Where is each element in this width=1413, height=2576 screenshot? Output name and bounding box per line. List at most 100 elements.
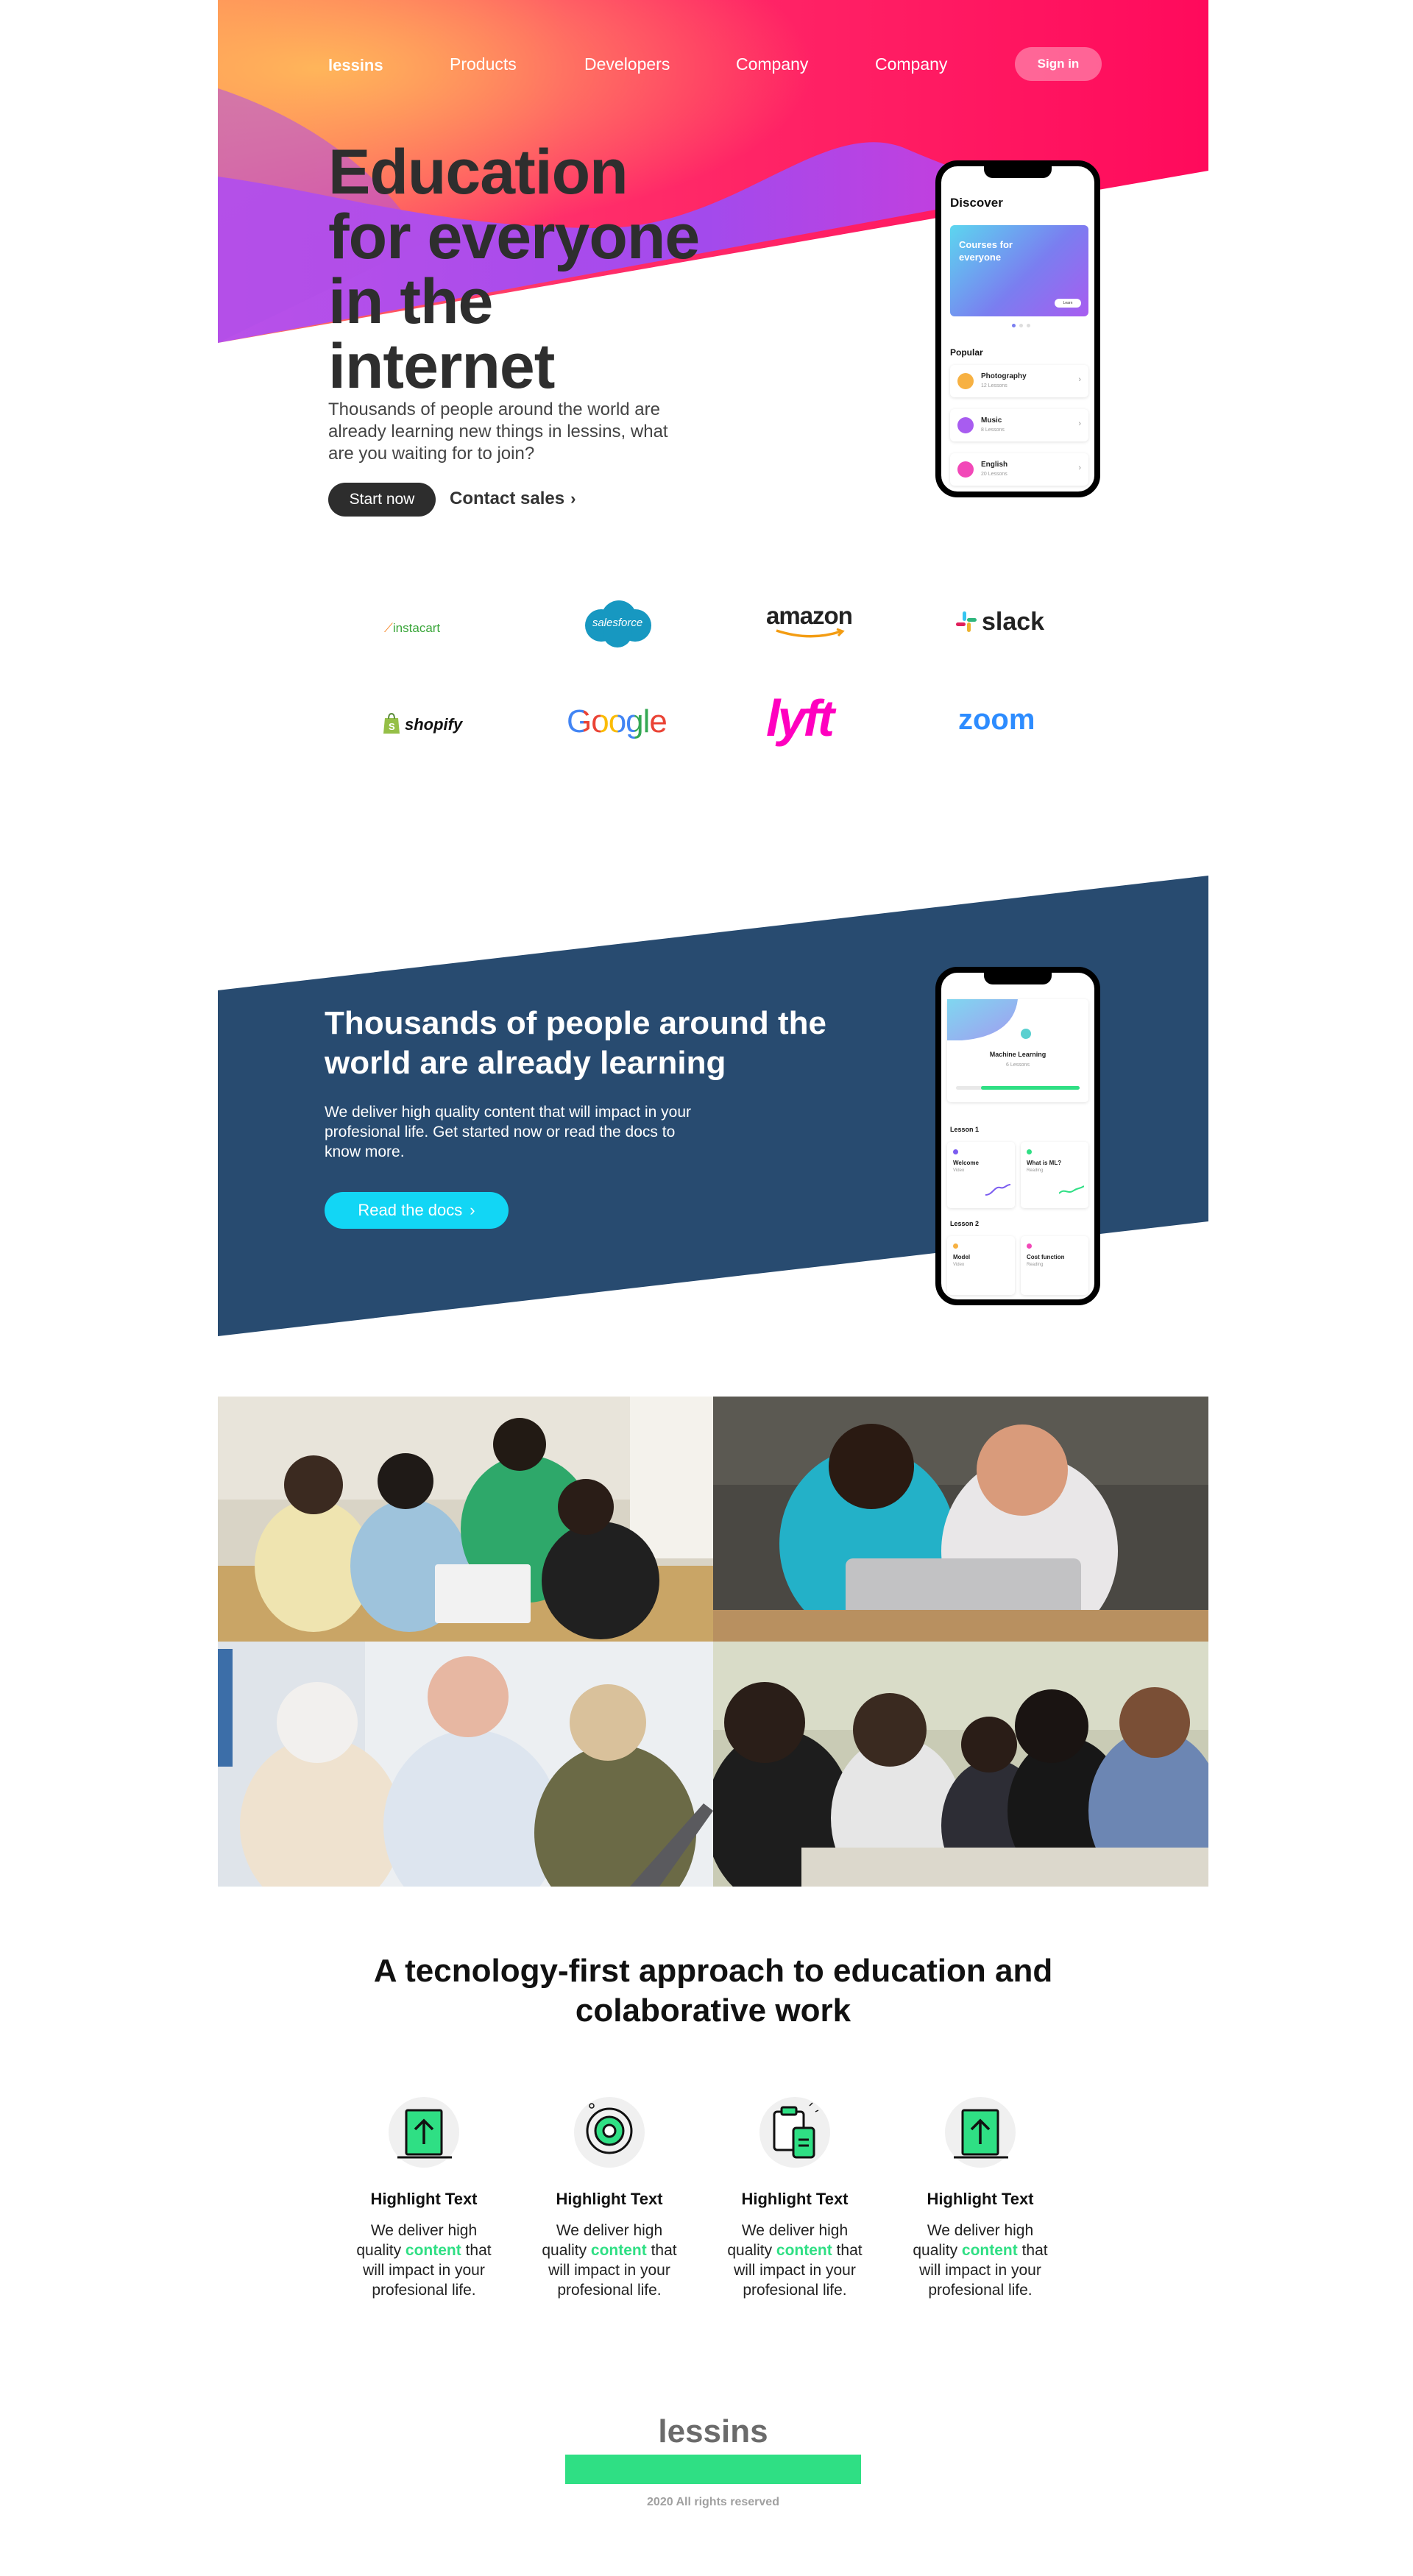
amazon-smile-icon — [776, 628, 845, 638]
course-icon — [957, 417, 974, 433]
lesson-1-label: Lesson 1 — [950, 1126, 980, 1133]
lesson-dot — [1027, 1149, 1032, 1154]
photo-children-tablet — [713, 1397, 1208, 1642]
hero-subtitle: Thousands of people around the world are… — [328, 400, 668, 464]
contact-sales-link[interactable]: Contact sales › — [450, 489, 576, 509]
highlight-description: We deliver high quality content that wil… — [542, 2222, 677, 2299]
lesson-dot — [953, 1149, 958, 1154]
lesson-meta: Video — [953, 1263, 965, 1267]
carrot-icon: ⟋ — [384, 621, 393, 635]
highlight-accent: content — [590, 2242, 647, 2259]
chevron-right-icon: › — [1078, 375, 1081, 384]
course-progress-track — [956, 1086, 1080, 1090]
students-photo-illustration — [218, 1397, 713, 1642]
courses-banner-text: Courses for everyone — [959, 239, 1013, 263]
zoom-logo: zoom — [958, 703, 1035, 736]
band-title: Thousands of people around the world are… — [325, 1005, 826, 1081]
footer-brand[interactable]: lessins — [218, 2413, 1208, 2450]
course-title: Machine Learning — [989, 1051, 1047, 1058]
hero-title-line: internet — [328, 331, 555, 402]
footer-copyright: 2020 All rights reserved — [647, 2496, 779, 2508]
course-avatar — [1021, 1029, 1031, 1039]
amazon-logo: amazon — [766, 602, 854, 639]
photo-seniors-laptop — [218, 1642, 713, 1887]
highlight-description: We deliver high quality content that wil… — [913, 2222, 1048, 2299]
shopify-bag-icon: S — [383, 712, 400, 734]
chevron-right-icon: › — [1078, 464, 1081, 472]
lesson-sparkline — [985, 1184, 1010, 1196]
hero-title-line: for everyone — [328, 202, 700, 272]
lyft-logo: lyft — [766, 689, 835, 747]
instacart-logo: ⟋instacart — [384, 621, 441, 635]
nav-link-company-2[interactable]: Company — [875, 54, 947, 74]
salesforce-logo: salesforce — [579, 597, 656, 649]
course-card[interactable]: English 20 Lessons › — [950, 453, 1088, 486]
read-docs-button[interactable]: Read the docs › — [325, 1192, 509, 1229]
brand-logo[interactable]: lessins — [328, 56, 383, 75]
hero-title: Education for everyone in the internet — [328, 140, 740, 399]
start-now-button[interactable]: Start now — [328, 483, 436, 517]
course-meta: 6 Lessons — [1006, 1062, 1030, 1068]
carousel-dots — [1012, 324, 1034, 328]
highlight-description: We deliver high quality content that wil… — [356, 2222, 492, 2299]
course-meta: 8 Lessons — [981, 427, 1005, 433]
phone-mockup-discover: Discover Courses for everyone Learn Popu… — [935, 160, 1100, 497]
lesson-card[interactable]: Cost function Reading — [1021, 1236, 1088, 1295]
clipboard-phone-icon — [759, 2097, 830, 2168]
top-navigation: lessins Products Developers Company Comp… — [218, 0, 1208, 132]
courses-banner[interactable]: Courses for everyone Learn — [950, 225, 1088, 316]
landing-page: lessins Products Developers Company Comp… — [218, 0, 1208, 2576]
course-card[interactable]: Photography 12 Lessons › — [950, 365, 1088, 397]
nav-link-company[interactable]: Company — [736, 54, 808, 74]
highlight-description: We deliver high quality content that wil… — [727, 2222, 863, 2299]
highlight-accent: content — [776, 2242, 832, 2259]
lesson-card[interactable]: What is ML? Reading — [1021, 1142, 1088, 1208]
lesson-title: Cost function — [1027, 1254, 1065, 1260]
course-icon — [957, 461, 974, 478]
popular-label: Popular — [950, 347, 983, 358]
lesson-meta: Reading — [1027, 1168, 1044, 1173]
course-header-graphic — [947, 999, 1018, 1040]
course-progress-fill — [980, 1086, 1080, 1090]
google-logo: Google — [567, 703, 667, 739]
photo-women-study — [713, 1642, 1208, 1887]
highlight-accent: content — [405, 2242, 461, 2259]
highlight-accent: content — [961, 2242, 1018, 2259]
lesson-meta: Video — [953, 1168, 965, 1173]
sign-in-button[interactable]: Sign in — [1015, 47, 1102, 81]
hero-title-line: in the — [328, 266, 493, 337]
phone-mockup-course: Machine Learning 6 Lessons Lesson 1 Welc… — [935, 967, 1100, 1305]
target-icon — [574, 2097, 645, 2168]
chevron-right-icon: › — [1078, 419, 1081, 428]
lesson-title: What is ML? — [1027, 1160, 1062, 1166]
course-header-card: Machine Learning 6 Lessons — [947, 999, 1088, 1102]
course-meta: 20 Lessons — [981, 472, 1007, 477]
lesson-card[interactable]: Welcome Video — [947, 1142, 1015, 1208]
course-title: Photography — [981, 372, 1027, 380]
chevron-right-icon: › — [470, 1201, 475, 1219]
courses-banner-button[interactable]: Learn — [1055, 299, 1081, 308]
photo-students-laptop — [218, 1397, 713, 1642]
phone-notch — [984, 973, 1052, 984]
partner-logos: ⟋instacart salesforce amazon slack S sho… — [218, 581, 1208, 773]
highlight-title: Highlight Text — [927, 2190, 1034, 2208]
course-card[interactable]: Music 8 Lessons › — [950, 409, 1088, 441]
nav-link-products[interactable]: Products — [450, 54, 517, 74]
children-photo-illustration — [713, 1397, 1208, 1642]
lesson-card[interactable]: Model Video — [947, 1236, 1015, 1295]
lesson-meta: Reading — [1027, 1263, 1044, 1267]
laptop-upload-icon — [945, 2097, 1016, 2168]
highlights-title: A tecnology-first approach to education … — [373, 1953, 1053, 2029]
nav-link-developers[interactable]: Developers — [584, 54, 670, 74]
contact-sales-label: Contact sales — [450, 489, 565, 508]
course-title: Music — [981, 416, 1002, 425]
laptop-upload-icon — [389, 2097, 459, 2168]
lesson-2-label: Lesson 2 — [950, 1220, 980, 1227]
highlight-title: Highlight Text — [741, 2190, 849, 2208]
course-icon — [957, 373, 974, 389]
seniors-photo-illustration — [218, 1642, 713, 1887]
course-meta: 12 Lessons — [981, 383, 1007, 388]
photo-grid — [218, 1397, 1208, 1887]
svg-text:S: S — [389, 721, 395, 732]
discover-heading: Discover — [950, 196, 1003, 210]
